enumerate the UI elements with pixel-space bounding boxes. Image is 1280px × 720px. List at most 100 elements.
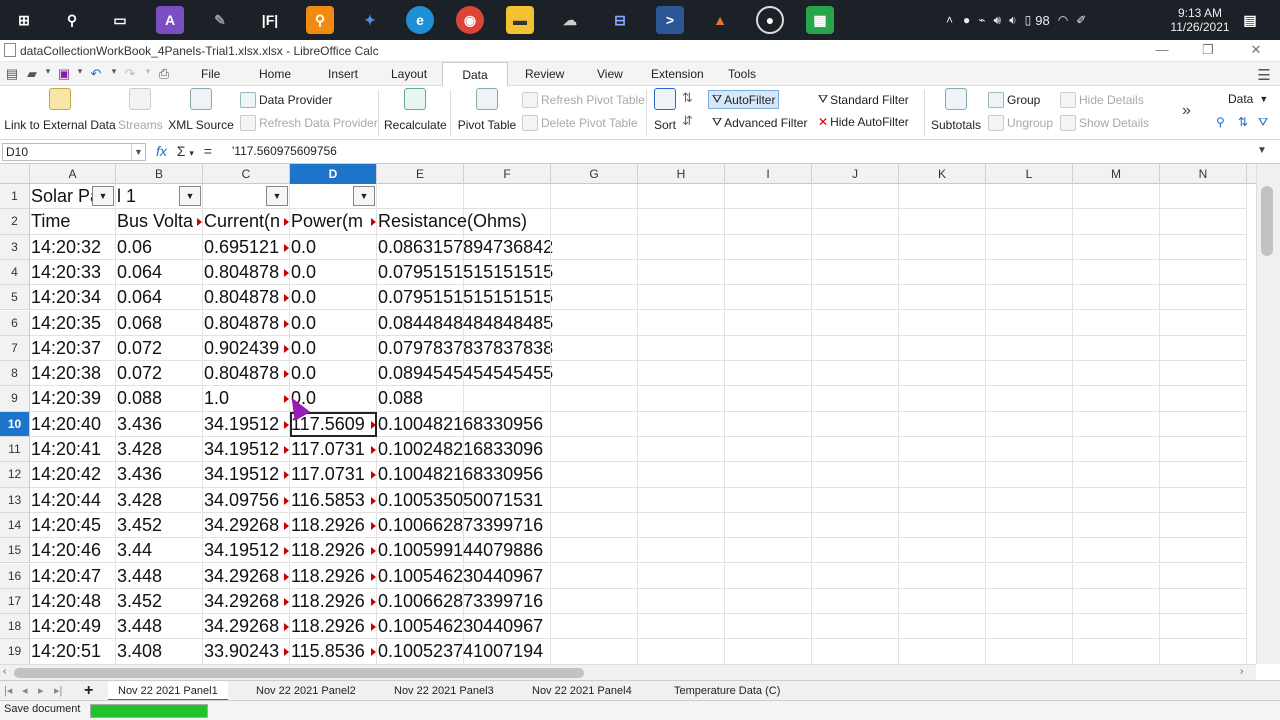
cell-n2[interactable] — [1160, 209, 1247, 235]
open-dropdown-icon[interactable]: ▾ — [40, 66, 56, 82]
cell-e6[interactable]: 0.0844848484848485 — [377, 310, 553, 336]
column-header-h[interactable]: H — [638, 164, 725, 184]
cell-e19[interactable]: 0.100523741007194 — [377, 639, 543, 664]
cell-d8[interactable]: 0.0 — [290, 361, 377, 387]
cell-i10[interactable] — [725, 411, 812, 437]
cell-k2[interactable] — [899, 209, 986, 235]
cell-f12[interactable] — [464, 462, 551, 488]
cell-g10[interactable] — [551, 411, 638, 437]
minimize-button[interactable]: — — [1152, 42, 1172, 60]
cell-m2[interactable] — [1073, 209, 1160, 235]
autofilter-dropdown-d[interactable]: ▼ — [353, 186, 375, 206]
cell-c2[interactable]: Current(n — [203, 209, 290, 235]
cell-k14[interactable] — [899, 512, 986, 539]
cell-j4[interactable] — [812, 259, 899, 286]
tab-tools[interactable]: Tools — [720, 62, 764, 86]
cell-e5[interactable]: 0.0795151515151515 — [377, 285, 553, 311]
cell-m4[interactable] — [1073, 259, 1160, 286]
cell-l18[interactable] — [986, 614, 1073, 640]
filter-small-icon[interactable]: ⛛ — [1258, 115, 1268, 130]
select-all-corner[interactable] — [0, 164, 30, 184]
cell-b12[interactable]: 3.436 — [116, 462, 203, 488]
cell-j1[interactable] — [812, 184, 899, 210]
row-header-14[interactable]: 14 — [0, 512, 30, 539]
cell-h7[interactable] — [638, 335, 725, 362]
sort-descending-icon[interactable]: ⇵ — [682, 113, 693, 129]
cell-a12[interactable]: 14:20:42 — [30, 462, 116, 488]
scroll-right-icon[interactable]: › — [1240, 666, 1243, 677]
cell-l7[interactable] — [986, 335, 1073, 362]
cell-m14[interactable] — [1073, 512, 1160, 539]
cell-g18[interactable] — [551, 614, 638, 640]
cell-l17[interactable] — [986, 588, 1073, 615]
cell-d2[interactable]: Power(m — [290, 209, 377, 235]
cell-l13[interactable] — [986, 487, 1073, 513]
cell-e2[interactable]: Resistance(Ohms) — [377, 209, 527, 235]
chevron-up-icon[interactable]: ˄ — [946, 13, 953, 27]
sheet-tab-panel4[interactable]: Nov 22 2021 Panel4 — [522, 681, 642, 701]
cell-e11[interactable]: 0.100248216833096 — [377, 437, 543, 463]
sheet-tab-temperature[interactable]: Temperature Data (C) — [664, 681, 790, 701]
link-external-data-button[interactable]: Link to External Data — [4, 88, 116, 132]
microphone-icon[interactable]: ● — [963, 13, 970, 27]
next-sheet-icon[interactable]: ▸ — [34, 681, 48, 701]
xml-source-button[interactable]: XML Source — [166, 88, 236, 132]
cell-k4[interactable] — [899, 259, 986, 286]
cell-c5[interactable]: 0.804878 — [203, 285, 290, 311]
refresh-pivot-table-button[interactable]: Refresh Pivot Table — [522, 92, 645, 108]
cell-c18[interactable]: 34.29268 — [203, 614, 290, 640]
search-app-icon[interactable]: ⚲ — [306, 6, 334, 34]
cell-f9[interactable] — [464, 386, 551, 412]
cell-e8[interactable]: 0.0894545454545455 — [377, 361, 553, 387]
cell-i6[interactable] — [725, 310, 812, 336]
cell-k10[interactable] — [899, 411, 986, 437]
task-view-icon[interactable]: ▭ — [106, 6, 134, 34]
cell-d4[interactable]: 0.0 — [290, 259, 377, 286]
cell-e15[interactable]: 0.100599144079886 — [377, 538, 543, 564]
cell-h10[interactable] — [638, 411, 725, 437]
sort-ascending-icon[interactable]: ⇅ — [682, 90, 693, 106]
tab-insert[interactable]: Insert — [320, 62, 366, 86]
cell-e14[interactable]: 0.100662873399716 — [377, 512, 543, 539]
cell-h19[interactable] — [638, 639, 725, 664]
cell-n18[interactable] — [1160, 614, 1247, 640]
expand-formula-icon[interactable]: ▼ — [1257, 145, 1267, 156]
cell-g11[interactable] — [551, 437, 638, 463]
name-box[interactable]: D10 ▼ — [2, 143, 146, 161]
vertical-scroll-thumb[interactable] — [1261, 186, 1273, 256]
autofilter-dropdown-a[interactable]: ▼ — [92, 186, 114, 206]
cell-a2[interactable]: Time — [30, 209, 116, 235]
column-header-f[interactable]: F — [464, 164, 551, 184]
cell-k19[interactable] — [899, 639, 986, 664]
cell-g4[interactable] — [551, 259, 638, 286]
cell-n14[interactable] — [1160, 512, 1247, 539]
cell-g15[interactable] — [551, 538, 638, 564]
save-icon[interactable]: ▣ — [56, 66, 72, 82]
cell-l11[interactable] — [986, 437, 1073, 463]
cell-c11[interactable]: 34.19512 — [203, 437, 290, 463]
cell-b9[interactable]: 0.088 — [116, 386, 203, 412]
data-dropdown-button[interactable]: Data ▼ — [1228, 92, 1268, 106]
cell-b6[interactable]: 0.068 — [116, 310, 203, 336]
autofilter-dropdown-c[interactable]: ▼ — [266, 186, 288, 206]
cell-g16[interactable] — [551, 563, 638, 589]
row-header-11[interactable]: 11 — [0, 437, 30, 463]
cell-f1[interactable] — [464, 184, 551, 210]
row-header-16[interactable]: 16 — [0, 563, 30, 589]
cell-f4[interactable] — [464, 259, 551, 286]
cell-f8[interactable] — [464, 361, 551, 387]
close-button[interactable]: ✕ — [1246, 42, 1266, 60]
cell-m15[interactable] — [1073, 538, 1160, 564]
sheet-tab-panel1[interactable]: Nov 22 2021 Panel1 — [108, 681, 228, 701]
more-commands-button[interactable]: » — [1182, 102, 1191, 120]
cell-a4[interactable]: 14:20:33 — [30, 259, 116, 286]
cell-b18[interactable]: 3.448 — [116, 614, 203, 640]
sheet-tab-panel2[interactable]: Nov 22 2021 Panel2 — [246, 681, 366, 701]
cell-a18[interactable]: 14:20:49 — [30, 614, 116, 640]
cell-h14[interactable] — [638, 512, 725, 539]
cell-b11[interactable]: 3.428 — [116, 437, 203, 463]
cell-k16[interactable] — [899, 563, 986, 589]
last-sheet-icon[interactable]: ▸| — [50, 681, 66, 701]
cell-h13[interactable] — [638, 487, 725, 513]
cell-h3[interactable] — [638, 234, 725, 260]
